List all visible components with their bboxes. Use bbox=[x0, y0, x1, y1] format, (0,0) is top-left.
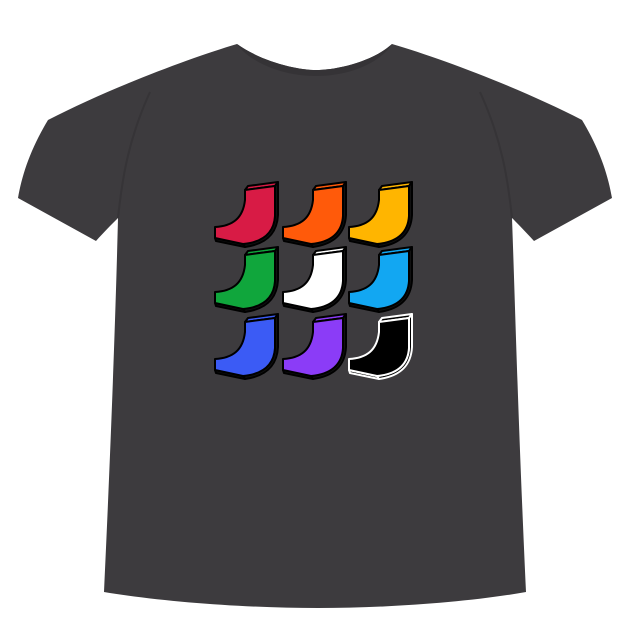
product-image bbox=[0, 0, 630, 630]
tshirt-graphic bbox=[18, 44, 612, 608]
tile-design bbox=[214, 181, 413, 380]
